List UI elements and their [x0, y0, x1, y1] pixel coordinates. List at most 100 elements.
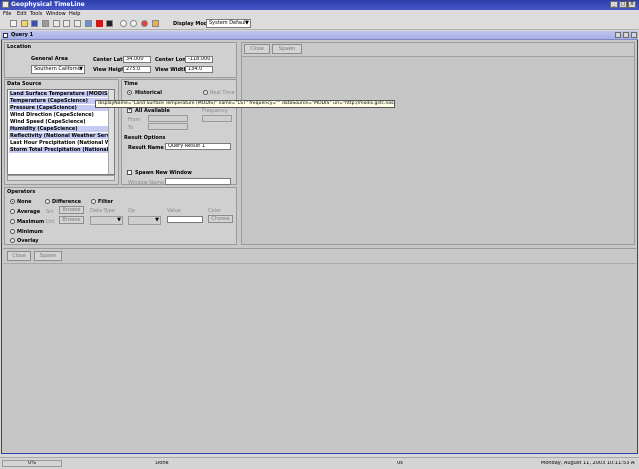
progress-indicator: 0%	[2, 460, 62, 467]
general-area-label: General Area	[31, 56, 68, 62]
result-spawn-button[interactable]: Spawn	[272, 44, 302, 54]
center-lat-input[interactable]: 34.000	[123, 56, 151, 63]
all-available-checkbox[interactable]: ✓	[127, 108, 132, 113]
zoom-reset-icon[interactable]	[141, 20, 148, 27]
stop-icon[interactable]	[106, 20, 113, 27]
maximize-button[interactable]: □	[619, 1, 627, 8]
window-name-input[interactable]	[165, 178, 231, 185]
op-label: Op	[128, 208, 136, 214]
chevron-down-icon: ▼	[155, 217, 159, 223]
list-item[interactable]: Land Surface Temperature (MODIS)	[9, 91, 109, 97]
result-display-area	[242, 56, 634, 244]
list-item[interactable]: Pressure (CapeScience)	[9, 105, 109, 111]
operator-none-radio[interactable]	[10, 199, 15, 204]
from-input[interactable]	[148, 115, 188, 122]
lower-spawn-button[interactable]: Spawn	[34, 251, 62, 261]
result-name-input[interactable]: Query Result 1	[165, 143, 231, 150]
list-item[interactable]: Temperature (CapeScience)	[9, 98, 109, 104]
view-width-input[interactable]: 134.0	[185, 66, 213, 73]
operator-none-label: None	[17, 199, 32, 205]
dst-label: Dst	[46, 219, 55, 225]
menu-bar: File Edit Tools Window Help	[0, 10, 639, 18]
lower-close-button[interactable]: Close	[7, 251, 31, 261]
to-input[interactable]	[148, 123, 188, 130]
menu-file[interactable]: File	[3, 11, 11, 17]
center-long-input[interactable]: -118.000	[185, 56, 213, 63]
from-label: From	[128, 117, 141, 123]
status-count: 0s	[397, 460, 403, 466]
historical-label: Historical	[135, 90, 162, 96]
data-type-label: Data Type	[90, 208, 116, 214]
divider	[3, 248, 636, 249]
list-item[interactable]: Wind Direction (CapeScience)	[9, 112, 109, 118]
horizontal-scrollbar[interactable]	[7, 175, 115, 181]
menu-help[interactable]: Help	[69, 11, 80, 17]
operator-filter-radio[interactable]	[91, 199, 96, 204]
result-close-button[interactable]: Close	[244, 44, 270, 54]
view-height-input[interactable]: 275.0	[123, 66, 151, 73]
operator-minimum-radio[interactable]	[10, 229, 15, 234]
list-item[interactable]: Last Hour Precipitation (National Weathe…	[9, 140, 109, 146]
query-frame-titlebar: Query 1	[1, 31, 638, 40]
open-folder-icon[interactable]	[21, 20, 28, 27]
menu-window[interactable]: Window	[46, 11, 66, 17]
display-mode-select[interactable]: System Default ▼	[206, 19, 251, 28]
frame-maximize-icon[interactable]	[623, 32, 629, 38]
view-width-label: View Width	[155, 67, 188, 73]
src-browse-button[interactable]: Browse	[59, 206, 84, 214]
frame-close-icon[interactable]	[631, 32, 637, 38]
operator-minimum-label: Minimum	[17, 229, 43, 235]
status-message: Done	[155, 460, 169, 466]
new-file-icon[interactable]	[10, 20, 17, 27]
color-choose-button[interactable]: Choose	[208, 215, 233, 223]
realtime-radio[interactable]	[203, 90, 208, 95]
chevron-down-icon: ▼	[79, 66, 83, 72]
data-source-tooltip: displayName="Land Surface Temperature (M…	[95, 100, 395, 108]
operator-average-label: Average	[17, 209, 41, 215]
result-name-label: Result Name	[128, 145, 164, 151]
save-icon[interactable]	[31, 20, 38, 27]
frame-restore-icon[interactable]	[615, 32, 621, 38]
frequency-label: Frequency	[202, 108, 228, 114]
lower-display-area	[3, 263, 636, 452]
general-area-select[interactable]: Southern California ▼	[31, 65, 85, 74]
spawn-new-window-label: Spawn New Window	[135, 170, 192, 176]
operator-maximum-radio[interactable]	[10, 219, 15, 224]
data-type-select[interactable]: ▼	[90, 216, 123, 225]
dst-browse-button[interactable]: Browse	[59, 216, 84, 224]
menu-tools[interactable]: Tools	[30, 11, 42, 17]
to-label: To	[128, 125, 134, 131]
window-name-label: Window Name	[128, 180, 165, 186]
image-icon[interactable]	[152, 20, 159, 27]
center-lat-label: Center Lat	[93, 57, 123, 63]
historical-radio[interactable]	[127, 90, 132, 95]
paste-icon[interactable]	[74, 20, 81, 27]
value-input[interactable]	[167, 216, 203, 223]
all-available-label: All Available	[135, 108, 170, 114]
list-item[interactable]: Wind Speed (CapeScience)	[9, 119, 109, 125]
operator-filter-label: Filter	[98, 199, 114, 205]
list-item[interactable]: Storm Total Precipitation (National Weat…	[9, 147, 109, 153]
cut-icon[interactable]	[53, 20, 60, 27]
operator-difference-radio[interactable]	[45, 199, 50, 204]
menu-edit[interactable]: Edit	[17, 11, 27, 17]
close-window-button[interactable]: X	[628, 1, 636, 8]
spawn-new-window-checkbox[interactable]	[127, 170, 132, 175]
play-icon[interactable]	[96, 20, 103, 27]
frame-title: Query 1	[11, 32, 34, 38]
copy-icon[interactable]	[63, 20, 70, 27]
color-label: Color	[208, 208, 222, 214]
operator-average-radio[interactable]	[10, 209, 15, 214]
table-icon[interactable]	[85, 20, 92, 27]
list-item[interactable]: Reflectivity (National Weather Service)	[9, 133, 109, 139]
frequency-input[interactable]	[202, 115, 232, 122]
print-icon[interactable]	[42, 20, 49, 27]
zoom-in-icon[interactable]	[120, 20, 127, 27]
op-select[interactable]: ▼	[128, 216, 161, 225]
minimize-button[interactable]: _	[610, 1, 618, 8]
operator-overlay-radio[interactable]	[10, 238, 15, 243]
list-item[interactable]: Humidity (CapeScience)	[9, 126, 109, 132]
chevron-down-icon: ▼	[117, 217, 121, 223]
status-datetime: Monday, August 11, 2003 10:11:53 AM	[541, 460, 636, 466]
zoom-out-icon[interactable]	[130, 20, 137, 27]
